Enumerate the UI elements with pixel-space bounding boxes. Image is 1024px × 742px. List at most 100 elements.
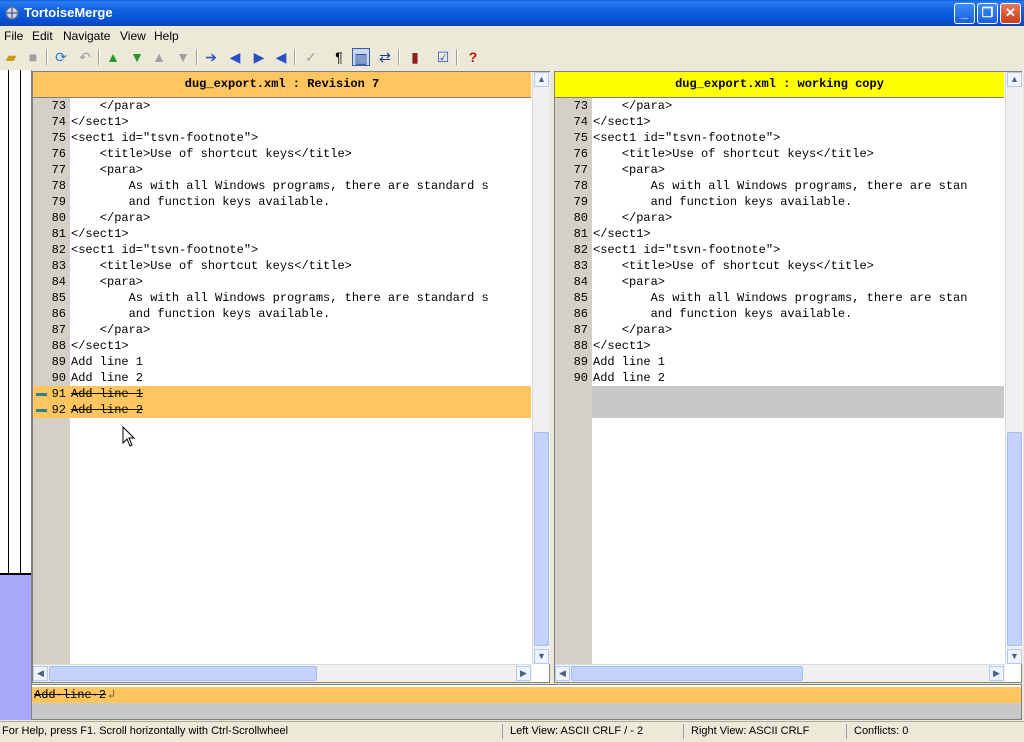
reload-icon[interactable]: ⟳ [52,48,70,66]
left-pane-header: dug_export.xml : Revision 7 [33,72,531,98]
two-pane-icon[interactable]: ⇄ [376,48,394,66]
scroll-left-icon[interactable]: ◀ [33,666,48,681]
code-line[interactable]: 78 As with all Windows programs, there a… [555,178,1004,194]
scroll-thumb[interactable] [1007,432,1022,646]
right-pane[interactable]: dug_export.xml : working copy 73 </para>… [554,71,1023,683]
code-line[interactable]: 79 and function keys available. [555,194,1004,210]
code-line[interactable]: 87 </para> [33,322,531,338]
menu-bar: File Edit Navigate View Help [0,26,1024,45]
code-line[interactable]: 85 As with all Windows programs, there a… [555,290,1004,306]
code-line[interactable]: 79 and function keys available. [33,194,531,210]
code-line[interactable]: 77 <para> [555,162,1004,178]
code-line[interactable]: 75 <sect1 id="tsvn-footnote"> [555,130,1004,146]
code-line[interactable]: 81 </sect1> [33,226,531,242]
maximize-button[interactable]: ❐ [977,3,998,24]
scroll-down-icon[interactable]: ▼ [1007,649,1022,664]
right-horizontal-scrollbar[interactable]: ◀ ▶ [555,664,1005,682]
save-icon[interactable]: ■ [24,48,42,66]
settings-icon[interactable]: ▮ [406,48,424,66]
left-pane[interactable]: dug_export.xml : Revision 7 73 </para> 7… [32,71,550,683]
menu-help[interactable]: Help [154,29,179,43]
right-pane-header: dug_export.xml : working copy [555,72,1004,98]
code-line[interactable]: 73 </para> [555,98,1004,114]
use-right-icon[interactable]: ▶ [250,48,268,66]
removed-line[interactable]: 92 Add line 2 [33,402,531,418]
scroll-up-icon[interactable]: ▲ [1007,72,1022,87]
patch-icon[interactable]: ☑ [434,48,452,66]
scroll-left-icon[interactable]: ◀ [555,666,570,681]
prev-diff-icon[interactable]: ▲ [104,48,122,66]
location-bar[interactable] [0,70,32,720]
code-line[interactable]: 76 <title>Use of shortcut keys</title> [555,146,1004,162]
code-line[interactable]: 84 <para> [33,274,531,290]
prev-conflict-icon[interactable]: ▲ [150,48,168,66]
right-vertical-scrollbar[interactable]: ▲ ▼ [1005,72,1023,664]
code-line[interactable]: 82 <sect1 id="tsvn-footnote"> [33,242,531,258]
code-line[interactable]: 83 <title>Use of shortcut keys</title> [555,258,1004,274]
scroll-thumb[interactable] [49,666,317,681]
code-line[interactable]: 89 Add line 1 [555,354,1004,370]
line-diff-removed: Add·line·2 ↲ [32,687,1021,703]
return-icon: ↲ [108,688,116,702]
code-line[interactable]: 90 Add line 2 [33,370,531,386]
scroll-down-icon[interactable]: ▼ [534,649,549,664]
scroll-right-icon[interactable]: ▶ [989,666,1004,681]
scroll-thumb[interactable] [534,432,549,646]
status-bar: For Help, press F1. Scroll horizontally … [0,721,1024,742]
code-line[interactable]: 76 <title>Use of shortcut keys</title> [33,146,531,162]
mark-resolved-icon[interactable]: ✓ [302,48,320,66]
code-line[interactable]: 82 <sect1 id="tsvn-footnote"> [555,242,1004,258]
removed-line[interactable]: 91 Add line 1 [33,386,531,402]
one-pane-icon[interactable]: ▥ [352,48,370,66]
use-block-icon[interactable]: ➔ [202,48,220,66]
scroll-right-icon[interactable]: ▶ [516,666,531,681]
left-horizontal-scrollbar[interactable]: ◀ ▶ [33,664,532,682]
use-left-icon[interactable]: ◀ [226,48,244,66]
code-line[interactable]: 85 As with all Windows programs, there a… [33,290,531,306]
code-line[interactable]: 74 </sect1> [33,114,531,130]
title-bar: TortoiseMerge _ ❐ ✕ [0,0,1024,26]
close-button[interactable]: ✕ [1000,3,1021,24]
code-line[interactable]: 80 </para> [555,210,1004,226]
code-line[interactable]: 90 Add line 2 [555,370,1004,386]
status-conflicts: Conflicts: 0 [854,725,909,737]
undo-icon[interactable]: ↶ [76,48,94,66]
code-line[interactable]: 73 </para> [33,98,531,114]
help-icon[interactable]: ? [464,48,482,66]
left-vertical-scrollbar[interactable]: ▲ ▼ [532,72,550,664]
code-line[interactable]: 81 </sect1> [555,226,1004,242]
code-line[interactable]: 88 </sect1> [33,338,531,354]
code-line[interactable]: 74 </sect1> [555,114,1004,130]
toolbar: ▰ ■ ⟳ ↶ ▲ ▼ ▲ ▼ ➔ ◀ ▶ ◀ ✓ ¶ ▥ ⇄ ▮ ☑ ? [0,45,1024,69]
code-line[interactable]: 88 </sect1> [555,338,1004,354]
whitespace-icon[interactable]: ¶ [330,48,348,66]
code-line[interactable]: 78 As with all Windows programs, there a… [33,178,531,194]
code-line[interactable]: 77 <para> [33,162,531,178]
scroll-thumb[interactable] [571,666,803,681]
minimize-button[interactable]: _ [954,3,975,24]
empty-line[interactable] [555,402,1004,418]
menu-edit[interactable]: Edit [32,29,53,43]
status-right-view: Right View: ASCII CRLF [691,725,810,737]
menu-file[interactable]: File [4,29,23,43]
left-lines[interactable]: 73 </para> 74 </sect1> 75 <sect1 id="tsvn-… [33,98,531,664]
next-diff-icon[interactable]: ▼ [128,48,146,66]
code-line[interactable]: 86 and function keys available. [33,306,531,322]
scroll-up-icon[interactable]: ▲ [534,72,549,87]
code-line[interactable]: 80 </para> [33,210,531,226]
next-conflict-icon[interactable]: ▼ [174,48,192,66]
code-line[interactable]: 87 </para> [555,322,1004,338]
code-line[interactable]: 86 and function keys available. [555,306,1004,322]
code-line[interactable]: 83 <title>Use of shortcut keys</title> [33,258,531,274]
code-line[interactable]: 89 Add line 1 [33,354,531,370]
code-line[interactable]: 84 <para> [555,274,1004,290]
tortoise-app-icon [5,6,19,20]
line-diff-bar[interactable]: Add·line·2 ↲ [31,684,1022,720]
code-line[interactable]: 75 <sect1 id="tsvn-footnote"> [33,130,531,146]
menu-view[interactable]: View [120,29,146,43]
empty-line[interactable] [555,386,1004,402]
open-icon[interactable]: ▰ [2,48,20,66]
right-lines[interactable]: 73 </para> 74 </sect1> 75 <sect1 id="tsvn-… [555,98,1004,664]
menu-navigate[interactable]: Navigate [63,29,110,43]
use-theirs-icon[interactable]: ◀ [272,48,290,66]
